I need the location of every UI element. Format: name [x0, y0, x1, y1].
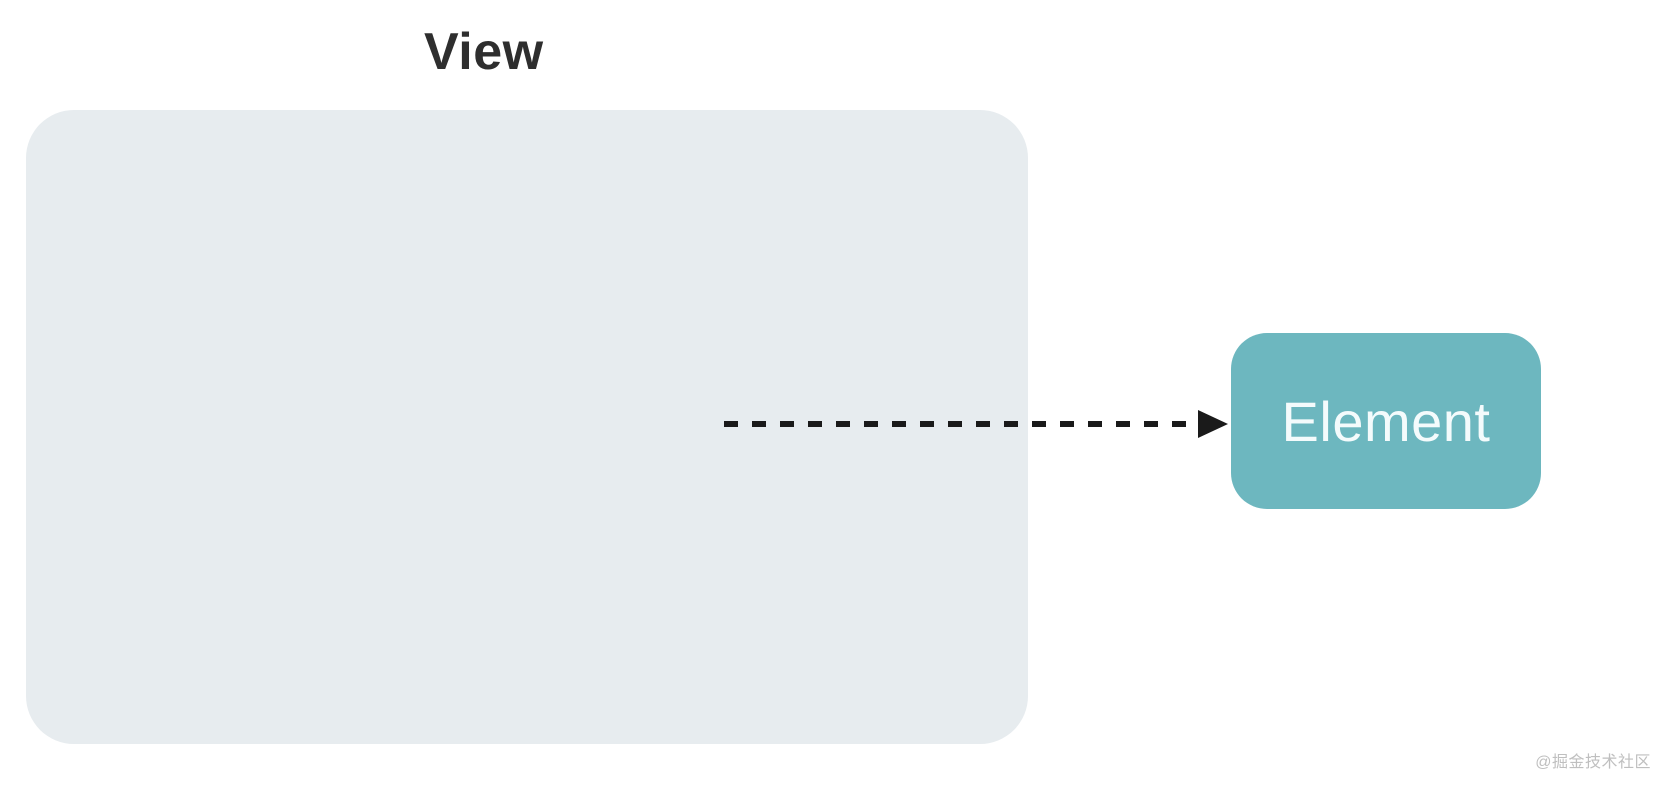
watermark: @掘金技术社区	[1535, 748, 1651, 772]
element-label: Element	[1282, 389, 1491, 454]
element-box: Element	[1231, 333, 1541, 509]
arrow-icon	[720, 406, 1230, 442]
view-title: View	[424, 22, 544, 82]
